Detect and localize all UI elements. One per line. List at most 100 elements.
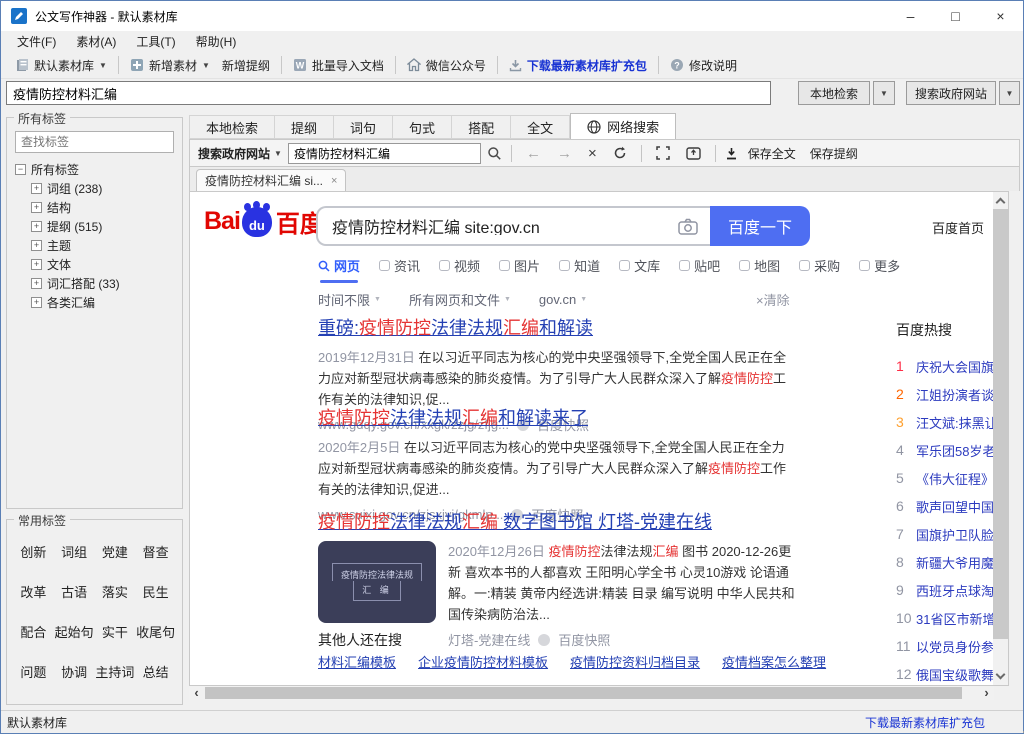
hot-search-item[interactable]: 3 汪文斌:抹黑让	[896, 408, 994, 436]
tree-item[interactable]: +词汇搭配 (33)	[15, 274, 182, 293]
nav-item[interactable]: 采购	[799, 256, 840, 275]
tag-item[interactable]: 落实	[95, 582, 136, 601]
refresh-icon[interactable]	[613, 146, 627, 160]
main-tab[interactable]: 全文	[511, 115, 570, 139]
nav-item-web[interactable]: 网页	[318, 256, 360, 275]
tag-item[interactable]: 古语	[54, 582, 95, 601]
site-select[interactable]: 搜索政府网站 ▼	[198, 145, 282, 162]
maximize-button[interactable]: □	[933, 1, 978, 31]
expand-icon[interactable]: +	[31, 221, 42, 232]
expand-icon[interactable]: +	[31, 183, 42, 194]
scroll-down-icon[interactable]	[996, 670, 1006, 680]
scrollbar-thumb[interactable]	[993, 209, 1008, 639]
menu-item[interactable]: 帮助(H)	[186, 31, 247, 52]
tab-close-icon[interactable]: ×	[331, 175, 337, 187]
tag-item[interactable]: 收尾句	[135, 622, 176, 641]
related-search-link[interactable]: 材料汇编模板	[318, 652, 396, 671]
tag-item[interactable]: 创新	[13, 542, 54, 561]
result-thumbnail[interactable]: 疫情防控法律法规 汇 编	[318, 541, 436, 623]
hot-search-item[interactable]: 6 歌声回望中国共	[896, 492, 994, 520]
hot-search-item[interactable]: 2 江姐扮演者谈饰演	[896, 380, 994, 408]
nav-item[interactable]: 贴吧	[679, 256, 720, 275]
batch-import-button[interactable]: W 批量导入文档	[287, 54, 390, 77]
hot-search-item[interactable]: 8 新疆大爷用魔方	[896, 548, 994, 576]
new-outline-button[interactable]: 新增提纲	[216, 54, 276, 77]
result-title-link[interactable]: 疫情防控法律法规汇编 数字图书馆 灯塔-党建在线	[318, 508, 712, 534]
tree-root[interactable]: −所有标签	[15, 160, 182, 179]
scroll-right-icon[interactable]: ›	[979, 686, 994, 700]
clear-filters-button[interactable]: ×清除	[756, 290, 790, 309]
nav-item[interactable]: 更多	[859, 256, 900, 275]
nav-item[interactable]: 地图	[739, 256, 780, 275]
result-title-link[interactable]: 疫情防控法律法规汇编和解读来了	[318, 404, 588, 430]
nav-item[interactable]: 视频	[439, 256, 480, 275]
changelog-button[interactable]: ? 修改说明	[664, 54, 743, 77]
scroll-left-icon[interactable]: ‹	[189, 686, 204, 700]
baidu-query-input[interactable]	[318, 217, 666, 235]
menu-item[interactable]: 文件(F)	[7, 31, 66, 52]
scrollbar-thumb[interactable]	[205, 687, 962, 699]
filter-dropdown[interactable]: 时间不限▼	[318, 290, 381, 309]
hot-search-item[interactable]: 7 国旗护卫队脸上	[896, 520, 994, 548]
tree-item[interactable]: +各类汇编	[15, 293, 182, 312]
main-tab-web-search[interactable]: 网络搜索	[570, 113, 676, 139]
close-button[interactable]: ×	[978, 1, 1023, 31]
tree-item[interactable]: +结构	[15, 198, 182, 217]
related-search-link[interactable]: 疫情防控资料归档目录	[570, 652, 700, 671]
nav-item[interactable]: 知道	[559, 256, 600, 275]
tag-item[interactable]: 民生	[135, 582, 176, 601]
local-search-dropdown[interactable]: ▼	[873, 81, 895, 105]
hot-search-item[interactable]: 11 以党员身份参加	[896, 632, 994, 660]
hot-search-item[interactable]: 9 西班牙点球淘汰	[896, 576, 994, 604]
collapse-icon[interactable]: −	[15, 164, 26, 175]
search-icon[interactable]	[487, 146, 502, 161]
baidu-submit-button[interactable]: 百度一下	[710, 206, 810, 246]
minimize-button[interactable]: –	[888, 1, 933, 31]
filter-dropdown[interactable]: gov.cn▼	[539, 290, 587, 309]
expand-icon[interactable]: +	[31, 297, 42, 308]
related-search-link[interactable]: 企业疫情防控材料模板	[418, 652, 548, 671]
vertical-scrollbar[interactable]	[993, 192, 1008, 685]
main-tab[interactable]: 本地检索	[189, 115, 275, 139]
baidu-home-link[interactable]: 百度首页	[932, 218, 984, 237]
local-search-button[interactable]: 本地检索	[798, 81, 870, 105]
search-input[interactable]	[6, 81, 771, 105]
camera-icon[interactable]	[678, 218, 698, 235]
tag-item[interactable]: 词组	[54, 542, 95, 561]
forward-icon[interactable]: →	[552, 145, 577, 162]
nav-item[interactable]: 资讯	[379, 256, 420, 275]
browser-tab[interactable]: 疫情防控材料汇编 si... ×	[196, 169, 346, 191]
tag-item[interactable]: 主持词	[95, 662, 136, 681]
tag-item[interactable]: 督查	[135, 542, 176, 561]
filter-dropdown[interactable]: 所有网页和文件▼	[409, 290, 511, 309]
hot-search-item[interactable]: 4 军乐团58岁老兵	[896, 436, 994, 464]
nav-item[interactable]: 图片	[499, 256, 540, 275]
new-material-button[interactable]: 新增素材▼	[124, 54, 216, 77]
status-download-link[interactable]: 下载最新素材库扩充包	[865, 714, 985, 731]
tree-item[interactable]: +主题	[15, 236, 182, 255]
tag-item[interactable]: 实干	[95, 622, 136, 641]
tree-item[interactable]: +词组 (238)	[15, 179, 182, 198]
main-tab[interactable]: 搭配	[452, 115, 511, 139]
main-tab[interactable]: 句式	[393, 115, 452, 139]
save-fulltext-button[interactable]: 保存全文	[744, 145, 800, 162]
main-tab[interactable]: 提纲	[275, 115, 334, 139]
stop-icon[interactable]: ×	[583, 145, 602, 162]
hot-search-item[interactable]: 10 31省区市新增确	[896, 604, 994, 632]
tag-item[interactable]: 党建	[95, 542, 136, 561]
result-title-link[interactable]: 重磅:疫情防控法律法规汇编和解读	[318, 314, 593, 340]
expand-icon[interactable]: +	[31, 278, 42, 289]
expand-icon[interactable]: +	[31, 240, 42, 251]
tag-item[interactable]: 总结	[135, 662, 176, 681]
scroll-up-icon[interactable]	[996, 198, 1006, 208]
tree-item[interactable]: +提纲 (515)	[15, 217, 182, 236]
hot-search-item[interactable]: 5 《伟大征程》迎	[896, 464, 994, 492]
fullscreen-icon[interactable]	[656, 146, 670, 160]
find-tag-input[interactable]	[15, 131, 174, 153]
nav-item[interactable]: 文库	[619, 256, 660, 275]
menu-item[interactable]: 工具(T)	[126, 31, 185, 52]
hot-search-item[interactable]: 1 庆祝大会国旗护卫队	[896, 352, 994, 380]
main-tab[interactable]: 词句	[334, 115, 393, 139]
tag-item[interactable]: 改革	[13, 582, 54, 601]
address-input[interactable]	[288, 143, 481, 164]
